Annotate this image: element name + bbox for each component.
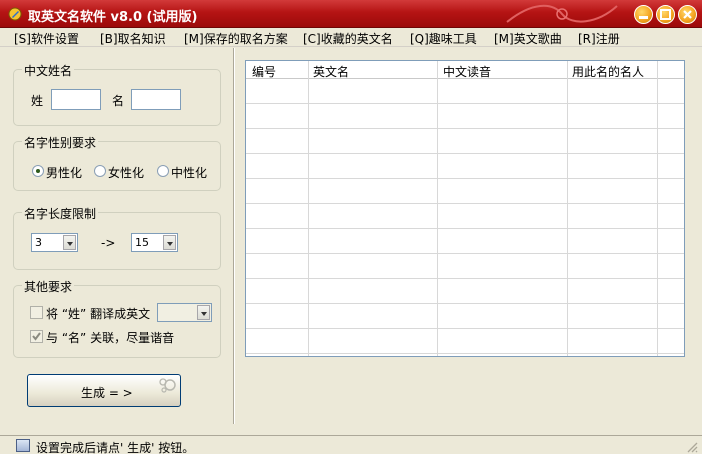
- length-group-title: 名字长度限制: [22, 205, 99, 222]
- minimize-button[interactable]: [634, 5, 653, 24]
- menu-fun-tools[interactable]: [Q]趣味工具: [410, 30, 477, 47]
- menu-register[interactable]: [R]注册: [578, 30, 620, 47]
- max-length-select[interactable]: 15: [131, 233, 178, 252]
- radio-neutral-label[interactable]: 中性化: [171, 164, 207, 181]
- column-divider: [567, 61, 568, 356]
- status-text: 设置完成后请点' 生成' 按钮。: [36, 441, 195, 454]
- row-divider: [246, 128, 684, 129]
- max-length-value: 15: [135, 236, 149, 249]
- given-name-label: 名: [112, 94, 125, 108]
- row-divider: [246, 153, 684, 154]
- window-title: 取英文名软件 v8.0 (试用版): [28, 10, 198, 25]
- row-divider: [246, 303, 684, 304]
- status-bar: 设置完成后请点' 生成' 按钮。: [0, 435, 702, 454]
- column-header-english-name[interactable]: 英文名: [313, 63, 349, 80]
- translate-surname-label: 将 “姓” 翻译成英文: [46, 307, 151, 321]
- radio-masculine-label[interactable]: 男性化: [46, 164, 82, 181]
- chevron-down-icon: [197, 305, 210, 320]
- generate-button[interactable]: 生成 = >: [27, 374, 181, 407]
- menu-saved-schemes[interactable]: [M]保存的取名方案: [184, 30, 288, 47]
- results-table[interactable]: 编号 英文名 中文读音 用此名的名人: [245, 60, 685, 357]
- translate-surname-checkbox[interactable]: [30, 306, 43, 319]
- panel-splitter[interactable]: [233, 48, 235, 424]
- minimize-icon: [639, 16, 648, 19]
- associate-given-label: 与 “名” 关联，尽量谐音: [46, 331, 175, 345]
- row-divider: [246, 253, 684, 254]
- column-header-number[interactable]: 编号: [252, 63, 276, 80]
- associate-given-checkbox[interactable]: [30, 330, 43, 343]
- surname-translation-select[interactable]: [157, 303, 212, 322]
- min-length-value: 3: [35, 236, 42, 249]
- app-pen-icon: [8, 7, 22, 21]
- title-swirl-decoration: [506, 4, 618, 23]
- menu-naming-knowledge[interactable]: [B]取名知识: [100, 30, 166, 47]
- radio-feminine[interactable]: [94, 165, 106, 177]
- window-icon: [16, 439, 30, 452]
- radio-neutral[interactable]: [157, 165, 169, 177]
- other-group-title: 其他要求: [22, 278, 75, 295]
- surname-input[interactable]: [51, 89, 101, 110]
- gender-group-title: 名字性别要求: [22, 134, 99, 151]
- chevron-down-icon: [63, 235, 76, 250]
- column-header-pronunciation[interactable]: 中文读音: [443, 63, 491, 80]
- bubbles-icon: [159, 378, 176, 393]
- checkmark-icon: [32, 332, 41, 341]
- table-header: 编号 英文名 中文读音 用此名的名人: [246, 61, 684, 79]
- maximize-button[interactable]: [656, 5, 675, 24]
- radio-masculine[interactable]: [32, 165, 44, 177]
- min-length-select[interactable]: 3: [31, 233, 78, 252]
- given-name-input[interactable]: [131, 89, 181, 110]
- column-divider: [308, 61, 309, 356]
- row-divider: [246, 178, 684, 179]
- column-header-celebrities[interactable]: 用此名的名人: [572, 63, 644, 80]
- menu-bar: [S]软件设置 [B]取名知识 [M]保存的取名方案 [C]收藏的英文名 [Q]…: [0, 28, 702, 47]
- row-divider: [246, 328, 684, 329]
- row-divider: [246, 228, 684, 229]
- length-arrow-text: ->: [101, 236, 116, 250]
- close-icon: [683, 10, 692, 19]
- menu-software-settings[interactable]: [S]软件设置: [14, 30, 79, 47]
- row-divider: [246, 353, 684, 354]
- column-divider: [437, 61, 438, 356]
- radio-feminine-label[interactable]: 女性化: [108, 164, 144, 181]
- row-divider: [246, 103, 684, 104]
- chevron-down-icon: [163, 235, 176, 250]
- row-divider: [246, 203, 684, 204]
- maximize-icon: [660, 9, 671, 20]
- generate-button-label: 生成 = >: [81, 386, 133, 400]
- close-button[interactable]: [678, 5, 697, 24]
- menu-favorite-names[interactable]: [C]收藏的英文名: [303, 30, 393, 47]
- row-divider: [246, 278, 684, 279]
- resize-grip-icon[interactable]: [686, 441, 698, 453]
- menu-english-songs[interactable]: [M]英文歌曲: [494, 30, 562, 47]
- chinese-name-group-title: 中文姓名: [22, 62, 75, 79]
- column-divider: [657, 61, 658, 356]
- surname-label: 姓: [31, 94, 44, 108]
- title-bar: 取英文名软件 v8.0 (试用版): [0, 0, 702, 28]
